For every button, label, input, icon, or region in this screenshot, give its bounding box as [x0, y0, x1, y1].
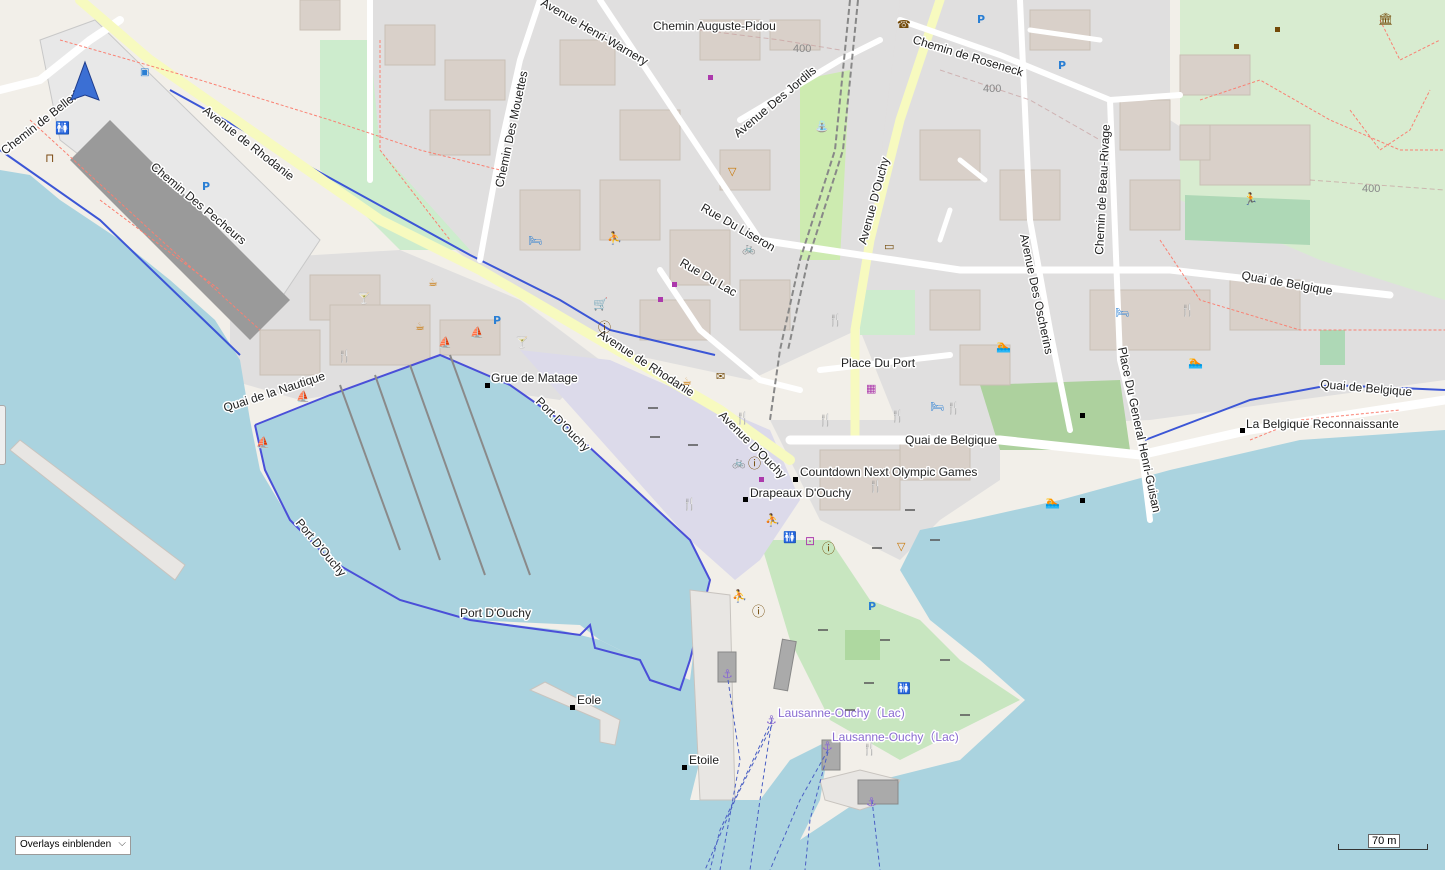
viewpoint-icon: ☎	[897, 18, 911, 31]
ferry-terminal-icon: ⚓	[866, 795, 877, 809]
hotel-icon: 🛏	[930, 400, 944, 413]
cafe-icon: ☕	[682, 375, 692, 388]
swimming-icon: 🏊	[996, 339, 1011, 353]
marina-icon: ⛵	[438, 336, 452, 349]
bar-icon: 🍸	[357, 291, 371, 305]
bar-icon: 🚻	[783, 531, 797, 544]
ferry-terminal-icon: ⚓	[822, 739, 833, 753]
parking-icon: P	[202, 180, 210, 193]
ferry-terminal-label: Lausanne-Ouchy（Lac)	[778, 706, 905, 720]
information-icon: ⓘ	[748, 457, 761, 472]
poi-label: Port D'Ouchy	[460, 606, 531, 620]
poi-label: Drapeaux D'Ouchy	[750, 486, 851, 500]
toilets-icon: 🚻	[55, 121, 70, 135]
contour-label: 400	[983, 83, 1001, 95]
restaurant-icon: 🍴	[890, 409, 905, 423]
post-office-icon: ✉	[716, 370, 725, 383]
street-label: Place Du Port	[841, 356, 916, 370]
bar-icon: 🍸	[515, 335, 529, 349]
restaurant-icon: 🍴	[735, 411, 750, 425]
museum-icon: 🏛	[1378, 12, 1393, 26]
sports-icon: 🏃	[1243, 192, 1258, 206]
scale-bar-label: 70 m	[1368, 834, 1401, 848]
information-icon: ⓘ	[752, 605, 765, 620]
restaurant-icon: 🍴	[868, 479, 883, 493]
poi-label: Countdown Next Olympic Games	[800, 465, 977, 479]
chevron-down-icon: ⌵	[118, 838, 126, 849]
cafe-icon: ☕	[428, 276, 438, 289]
ferry-terminal-label: Lausanne-Ouchy（Lac)	[832, 730, 959, 744]
contour-label: 400	[1362, 183, 1380, 195]
picnic-table-icon: ⊓	[45, 151, 54, 165]
swimming-icon: 🏊	[1188, 355, 1203, 369]
bicycle-icon: 🚲	[732, 456, 746, 469]
ice-cream-icon: ▽	[728, 165, 737, 178]
side-panel-toggle[interactable]	[0, 405, 6, 465]
shop-icon: 🛒	[593, 297, 608, 311]
playground-icon: ⛹	[607, 230, 622, 245]
cafe-icon: ☕	[415, 320, 425, 333]
parking-icon: P	[493, 314, 501, 327]
restaurant-icon: 🍴	[862, 742, 877, 756]
poi-label: Eole	[577, 693, 601, 707]
street-label: Quai de Belgique	[905, 433, 997, 447]
ice-cream-icon: ▽	[897, 540, 906, 553]
shop-icon: ⊡	[805, 534, 815, 548]
parking-icon: P	[1058, 59, 1066, 72]
swimming-icon: 🏊	[1045, 495, 1060, 509]
restaurant-icon: 🍴	[1180, 303, 1195, 317]
parking-icon: P	[977, 13, 985, 26]
bank-icon: ▭	[884, 240, 894, 253]
ferry-terminal-icon: ⚓	[722, 667, 733, 681]
hotel-icon: 🛏	[1115, 306, 1129, 319]
parking-icon: P	[868, 600, 876, 613]
marina-icon: ⛵	[256, 436, 270, 449]
restaurant-icon: 🍴	[818, 413, 833, 427]
restaurant-icon: 🍴	[946, 401, 961, 415]
information-icon: ⓘ	[822, 542, 835, 557]
street-label: Chemin Auguste-Pidou	[653, 19, 776, 33]
marina-icon: ⛵	[470, 326, 484, 339]
restaurant-icon: 🍴	[682, 497, 697, 511]
restaurant-icon: 🍴	[828, 313, 843, 327]
poi-label: Etoile	[689, 753, 719, 767]
information-icon: ⓘ	[598, 321, 611, 336]
bicycle-icon: 🚲	[742, 242, 756, 255]
bar-icon: 🚻	[897, 682, 911, 695]
poi-label: Grue de Matage	[491, 371, 578, 385]
restaurant-icon: 🍴	[337, 349, 352, 363]
bus-stop-icon: ▣	[140, 67, 149, 78]
map-canvas[interactable]: Avenue Henri-Warnery Chemin Auguste-Pido…	[0, 0, 1445, 870]
playground-icon: ⛹	[732, 588, 747, 603]
overlay-select[interactable]: Overlays einblenden ⌵	[15, 836, 131, 855]
hotel-icon: 🛏	[528, 234, 542, 247]
overlay-select-label: Overlays einblenden	[20, 839, 112, 850]
scale-bar: 70 m	[1338, 832, 1430, 854]
contour-label: 400	[793, 43, 811, 55]
marina-icon: ⛵	[296, 390, 310, 403]
playground-icon: ⛹	[765, 512, 780, 527]
shop-icon: ▦	[866, 382, 876, 395]
ferry-terminal-icon: ⚓	[766, 713, 777, 727]
fountain-icon: ⛲	[815, 120, 829, 133]
poi-label: La Belgique Reconnaissante	[1246, 417, 1399, 431]
